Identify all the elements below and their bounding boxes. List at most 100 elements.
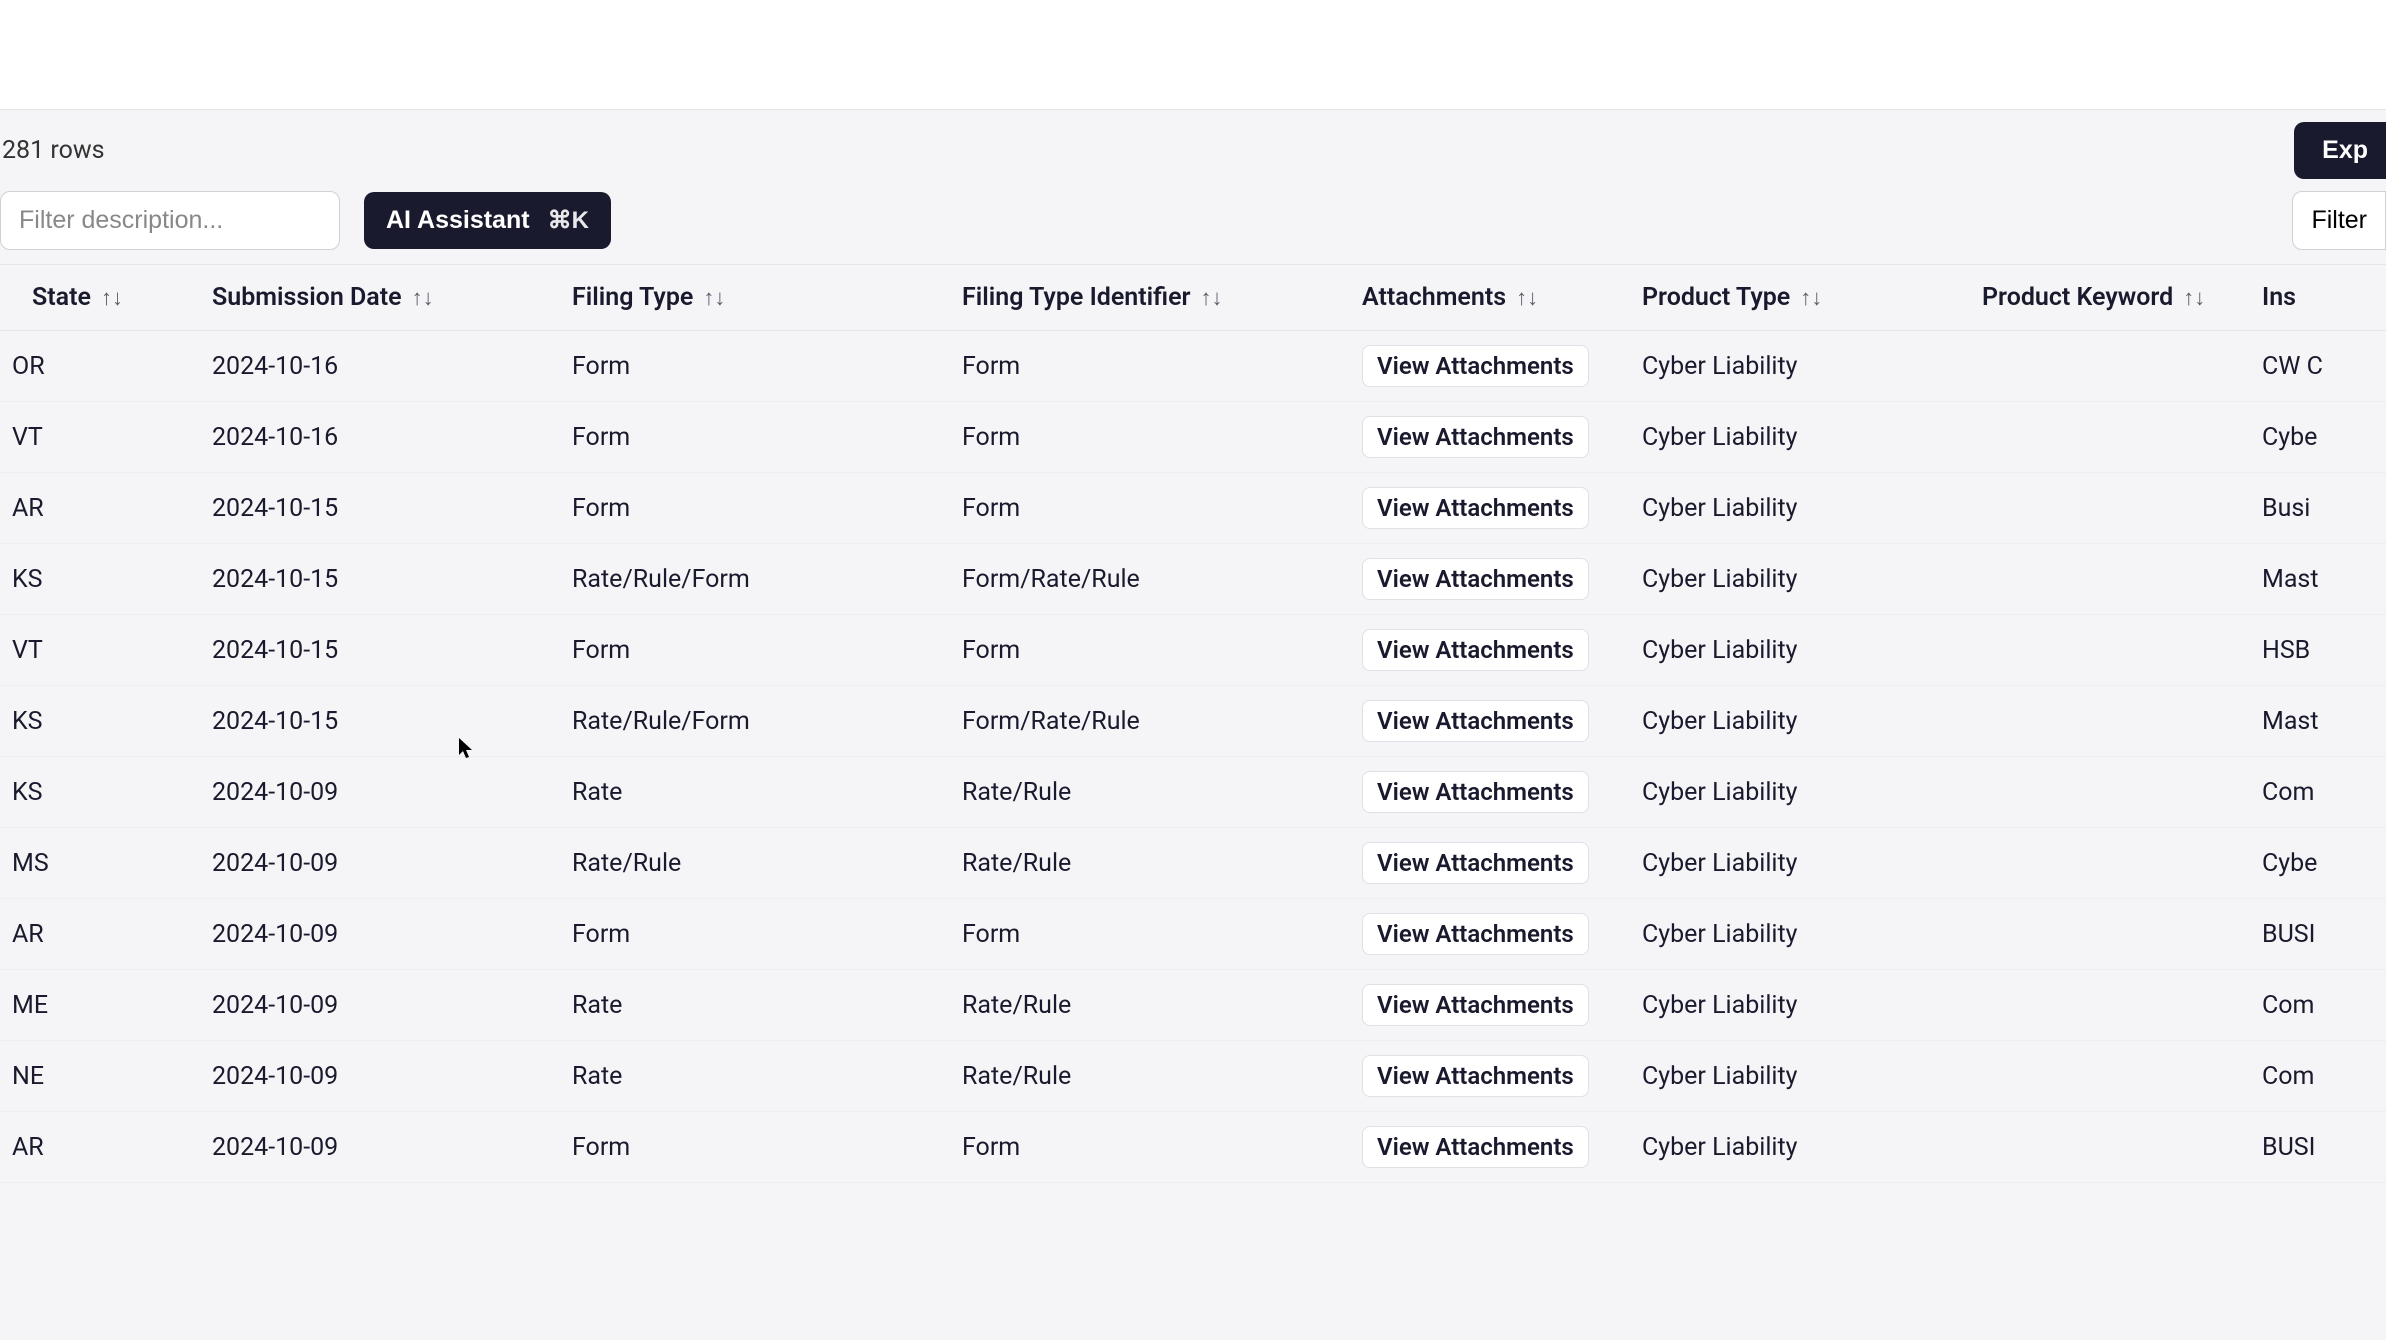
table-row[interactable]: KS2024-10-09RateRate/RuleView Attachment…	[0, 757, 2386, 828]
sort-icon: ↑↓	[412, 285, 434, 311]
cell-filing-type: Form	[560, 615, 950, 686]
cell-attachments: View Attachments	[1350, 686, 1630, 757]
cell-attachments: View Attachments	[1350, 757, 1630, 828]
view-attachments-button[interactable]: View Attachments	[1362, 913, 1589, 955]
view-attachments-button[interactable]: View Attachments	[1362, 700, 1589, 742]
table-row[interactable]: AR2024-10-09FormFormView AttachmentsCybe…	[0, 899, 2386, 970]
cell-filing-type-id: Form	[950, 473, 1350, 544]
col-product-type[interactable]: Product Type↑↓	[1630, 265, 1970, 331]
view-attachments-button[interactable]: View Attachments	[1362, 771, 1589, 813]
ai-assistant-label: AI Assistant	[386, 206, 530, 235]
table-row[interactable]: AR2024-10-09FormFormView AttachmentsCybe…	[0, 1112, 2386, 1183]
table-row[interactable]: ME2024-10-09RateRate/RuleView Attachment…	[0, 970, 2386, 1041]
view-attachments-button[interactable]: View Attachments	[1362, 558, 1589, 600]
cell-product-keyword	[1970, 402, 2250, 473]
table-row[interactable]: AR2024-10-15FormFormView AttachmentsCybe…	[0, 473, 2386, 544]
export-button[interactable]: Exp	[2294, 122, 2386, 179]
cell-date: 2024-10-09	[200, 1112, 560, 1183]
cell-date: 2024-10-09	[200, 1041, 560, 1112]
cell-date: 2024-10-15	[200, 615, 560, 686]
cell-filing-type: Rate/Rule/Form	[560, 686, 950, 757]
cell-date: 2024-10-16	[200, 402, 560, 473]
table-row[interactable]: VT2024-10-16FormFormView AttachmentsCybe…	[0, 402, 2386, 473]
col-ftid-label: Filing Type Identifier	[962, 283, 1191, 312]
view-attachments-button[interactable]: View Attachments	[1362, 345, 1589, 387]
table-row[interactable]: KS2024-10-15Rate/Rule/FormForm/Rate/Rule…	[0, 544, 2386, 615]
cell-filing-type-id: Rate/Rule	[950, 757, 1350, 828]
cell-state: MS	[0, 828, 200, 899]
cell-date: 2024-10-15	[200, 473, 560, 544]
cell-date: 2024-10-09	[200, 757, 560, 828]
cell-ins: Busi	[2250, 473, 2386, 544]
table-row[interactable]: NE2024-10-09RateRate/RuleView Attachment…	[0, 1041, 2386, 1112]
cell-filing-type: Rate/Rule/Form	[560, 544, 950, 615]
cell-product-keyword	[1970, 1041, 2250, 1112]
cell-ins: Com	[2250, 757, 2386, 828]
table-row[interactable]: KS2024-10-15Rate/Rule/FormForm/Rate/Rule…	[0, 686, 2386, 757]
cell-attachments: View Attachments	[1350, 331, 1630, 402]
cell-state: KS	[0, 686, 200, 757]
cell-product-keyword	[1970, 615, 2250, 686]
cell-filing-type: Form	[560, 402, 950, 473]
ai-assistant-button[interactable]: AI Assistant ⌘K	[364, 192, 611, 249]
cell-ins: Com	[2250, 1041, 2386, 1112]
cell-state: AR	[0, 473, 200, 544]
cell-ins: CW C	[2250, 331, 2386, 402]
view-attachments-button[interactable]: View Attachments	[1362, 629, 1589, 671]
view-attachments-button[interactable]: View Attachments	[1362, 1055, 1589, 1097]
cell-product-keyword	[1970, 828, 2250, 899]
cell-filing-type: Rate	[560, 970, 950, 1041]
col-state[interactable]: State↑↓	[0, 265, 200, 331]
col-product-keyword[interactable]: Product Keyword↑↓	[1970, 265, 2250, 331]
view-attachments-button[interactable]: View Attachments	[1362, 416, 1589, 458]
filters-button[interactable]: Filter	[2292, 191, 2386, 250]
ai-assistant-shortcut: ⌘K	[548, 206, 589, 235]
view-attachments-button[interactable]: View Attachments	[1362, 487, 1589, 529]
table-row[interactable]: MS2024-10-09Rate/RuleRate/RuleView Attac…	[0, 828, 2386, 899]
col-ins[interactable]: Ins	[2250, 265, 2386, 331]
cell-product-type: Cyber Liability	[1630, 473, 1970, 544]
cell-ins: Mast	[2250, 686, 2386, 757]
filings-table: State↑↓ Submission Date↑↓ Filing Type↑↓ …	[0, 265, 2386, 1183]
table-scroll[interactable]: State↑↓ Submission Date↑↓ Filing Type↑↓ …	[0, 264, 2386, 1183]
cell-filing-type: Rate/Rule	[560, 828, 950, 899]
cell-filing-type: Form	[560, 473, 950, 544]
cell-attachments: View Attachments	[1350, 1041, 1630, 1112]
cell-state: VT	[0, 402, 200, 473]
table-row[interactable]: OR2024-10-16FormFormView AttachmentsCybe…	[0, 331, 2386, 402]
cell-state: KS	[0, 544, 200, 615]
cell-date: 2024-10-15	[200, 544, 560, 615]
filter-description-input[interactable]	[0, 191, 340, 250]
cell-product-type: Cyber Liability	[1630, 970, 1970, 1041]
cell-attachments: View Attachments	[1350, 899, 1630, 970]
cell-ins: BUSI	[2250, 1112, 2386, 1183]
top-spacer	[0, 0, 2386, 110]
cell-ins: Cybe	[2250, 828, 2386, 899]
col-submission-date[interactable]: Submission Date ↑↓	[200, 265, 560, 331]
col-attachments[interactable]: Attachments↑↓	[1350, 265, 1630, 331]
view-attachments-button[interactable]: View Attachments	[1362, 984, 1589, 1026]
cell-ins: HSB	[2250, 615, 2386, 686]
col-filing-type[interactable]: Filing Type↑↓	[560, 265, 950, 331]
cell-ins: Cybe	[2250, 402, 2386, 473]
toolbar-row: 281 rows Exp	[0, 110, 2386, 191]
col-filing-type-identifier[interactable]: Filing Type Identifier↑↓	[950, 265, 1350, 331]
cell-state: AR	[0, 1112, 200, 1183]
cell-date: 2024-10-09	[200, 970, 560, 1041]
cell-product-type: Cyber Liability	[1630, 686, 1970, 757]
col-date-label: Submission Date	[212, 283, 402, 312]
table-row[interactable]: VT2024-10-15FormFormView AttachmentsCybe…	[0, 615, 2386, 686]
cell-product-keyword	[1970, 757, 2250, 828]
cell-ins: BUSI	[2250, 899, 2386, 970]
view-attachments-button[interactable]: View Attachments	[1362, 1126, 1589, 1168]
row-count: 281 rows	[0, 136, 105, 165]
cell-filing-type-id: Form/Rate/Rule	[950, 544, 1350, 615]
view-attachments-button[interactable]: View Attachments	[1362, 842, 1589, 884]
col-ptype-label: Product Type	[1642, 283, 1790, 312]
cell-filing-type: Rate	[560, 757, 950, 828]
cell-date: 2024-10-09	[200, 899, 560, 970]
sort-icon: ↑↓	[1516, 285, 1538, 311]
cell-filing-type-id: Form	[950, 615, 1350, 686]
cell-product-type: Cyber Liability	[1630, 757, 1970, 828]
sort-icon: ↑↓	[703, 285, 725, 311]
